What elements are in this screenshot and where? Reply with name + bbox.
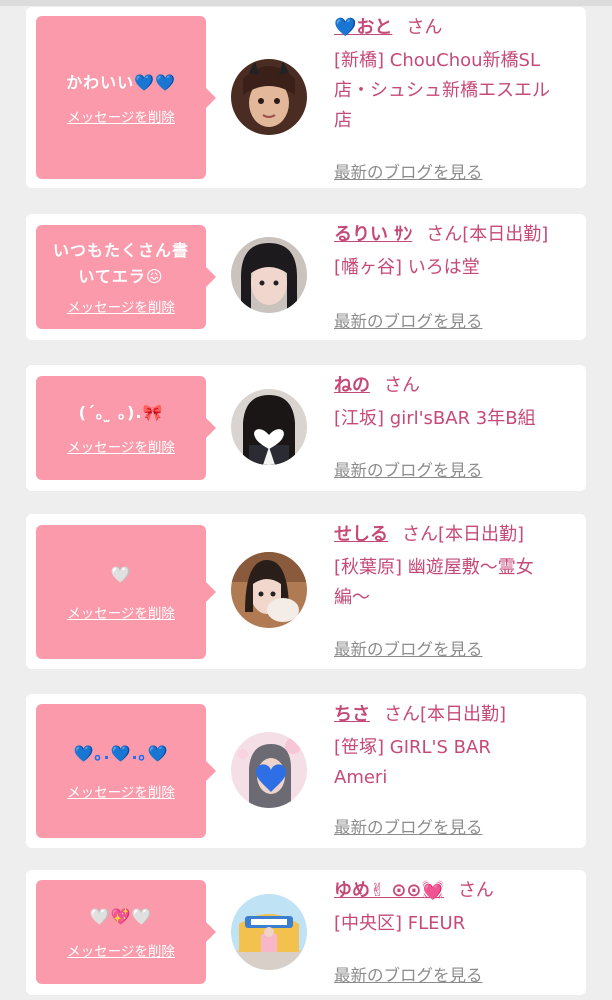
profile-info: ねの さん [江坂] girl'sBAR 3年B組 <box>334 373 578 434</box>
honorific: さん <box>457 880 494 901</box>
avatar[interactable] <box>231 732 307 808</box>
message-card: 🤍💖🤍 メッセージを削除 ゆめ✌︎ ⊙⊙💓 さん [中央区] FLEUR 最新の… <box>26 870 586 995</box>
message-bubble: (´｡ ̫ ｡).🎀 メッセージを削除 <box>36 376 216 480</box>
message-card: 🤍 メッセージを削除 せしるさん[本日出勤] [秋葉原] 幽遊屋敷〜霊女 編〜 <box>26 514 586 669</box>
latest-blog-link[interactable]: 最新のブログを見る <box>334 962 483 986</box>
shop-line: [秋葉原] 幽遊屋敷〜霊女 <box>334 557 534 578</box>
avatar[interactable] <box>231 552 307 628</box>
delete-message-link[interactable]: メッセージを削除 <box>67 940 175 960</box>
name-line: ちさ さん[本日出勤] <box>334 702 578 728</box>
cast-name-link[interactable]: ゆめ✌︎ ⊙⊙💓 <box>334 880 444 901</box>
shop-info: [笹塚] GIRL'S BAR Ameri <box>334 733 578 793</box>
delete-message-link[interactable]: メッセージを削除 <box>67 106 175 126</box>
message-card: いつもたくさん書 いてエラ😖 メッセージを削除 るりい ｻﾝ さん[本日出勤] [… <box>26 214 586 340</box>
cast-name-link[interactable]: せしる <box>334 524 388 545</box>
avatar-image <box>231 894 307 970</box>
honorific: さん <box>384 704 420 725</box>
latest-blog-link[interactable]: 最新のブログを見る <box>334 308 483 332</box>
profile-info: 💙おと さん [新橋] ChouChou新橋SL 店・シュシュ新橋エスエル 店 <box>334 15 578 136</box>
delete-message-link[interactable]: メッセージを削除 <box>67 436 175 456</box>
shop-line: [笹塚] GIRL'S BAR <box>334 737 491 758</box>
latest-blog-link[interactable]: 最新のブログを見る <box>334 636 483 660</box>
shop-line: [幡ヶ谷] いろは堂 <box>334 257 480 278</box>
message-text: (´｡ ̫ ｡).🎀 <box>79 400 164 426</box>
shop-line: 編〜 <box>334 587 370 608</box>
profile-info: るりい ｻﾝ さん[本日出勤] [幡ヶ谷] いろは堂 <box>334 222 578 283</box>
name-line: ゆめ✌︎ ⊙⊙💓 さん <box>334 878 578 904</box>
message-bubble: 💙｡.💙.｡💙 メッセージを削除 <box>36 704 216 838</box>
message-line: いつもたくさん書 <box>52 241 189 260</box>
cast-name-link[interactable]: ねの <box>334 375 370 396</box>
message-text: 💙｡.💙.｡💙 <box>74 741 169 767</box>
message-text: かわいい💙💙 <box>66 70 176 96</box>
cast-name-link[interactable]: ちさ <box>334 704 370 725</box>
message-line: 💙｡.💙.｡💙 <box>73 744 169 763</box>
honorific: さん <box>402 524 438 545</box>
shop-info: [秋葉原] 幽遊屋敷〜霊女 編〜 <box>334 553 578 613</box>
message-text: 🤍💖🤍 <box>90 904 153 930</box>
status-badge: [本日出勤] <box>420 704 507 725</box>
profile-info: ゆめ✌︎ ⊙⊙💓 さん [中央区] FLEUR <box>334 878 578 939</box>
avatar[interactable] <box>231 894 307 970</box>
message-line: (´｡ ̫ ｡).🎀 <box>78 403 164 422</box>
latest-blog-link[interactable]: 最新のブログを見る <box>334 814 483 838</box>
avatar-image <box>231 732 307 808</box>
shop-line: [中央区] FLEUR <box>334 913 466 934</box>
latest-blog-link[interactable]: 最新のブログを見る <box>334 159 483 183</box>
shop-info: [江坂] girl'sBAR 3年B組 <box>334 404 578 434</box>
message-text: いつもたくさん書 いてエラ😖 <box>53 238 189 290</box>
name-line: るりい ｻﾝ さん[本日出勤] <box>334 222 578 248</box>
message-bubble: いつもたくさん書 いてエラ😖 メッセージを削除 <box>36 225 216 329</box>
delete-message-link[interactable]: メッセージを削除 <box>67 602 175 622</box>
profile-info: せしる さん[本日出勤] [秋葉原] 幽遊屋敷〜霊女 編〜 <box>334 522 578 613</box>
latest-blog-link[interactable]: 最新のブログを見る <box>334 457 483 481</box>
avatar[interactable] <box>231 389 307 465</box>
message-text: 🤍 <box>111 562 132 588</box>
message-line: 🤍 <box>110 565 132 584</box>
profile-info: ちさ さん[本日出勤] [笹塚] GIRL'S BAR Ameri <box>334 702 578 793</box>
cast-name-link[interactable]: るりい ｻﾝ <box>334 224 412 245</box>
message-card: 💙｡.💙.｡💙 メッセージを削除 ちさ さん[本日出勤] [笹塚] GIRL'S … <box>26 694 586 848</box>
delete-message-link[interactable]: メッセージを削除 <box>67 296 175 316</box>
message-bubble: かわいい💙💙 メッセージを削除 <box>36 16 216 179</box>
status-badge: [本日出勤] <box>438 524 525 545</box>
delete-message-link[interactable]: メッセージを削除 <box>67 781 175 801</box>
name-line: せしる さん[本日出勤] <box>334 522 578 548</box>
message-bubble: 🤍💖🤍 メッセージを削除 <box>36 880 216 984</box>
honorific: さん <box>406 17 443 38</box>
avatar-image <box>231 59 307 135</box>
message-bubble: 🤍 メッセージを削除 <box>36 525 216 659</box>
message-line: いてエラ😖 <box>78 267 164 286</box>
avatar-image <box>231 552 307 628</box>
name-line: ねの さん <box>334 373 578 399</box>
name-line: 💙おと さん <box>334 15 578 41</box>
message-card: かわいい💙💙 メッセージを削除 💙おとさん [新橋] ChouChou新橋SL <box>26 7 586 188</box>
message-line: 🤍💖🤍 <box>89 907 153 926</box>
cast-name-link[interactable]: 💙おと <box>334 17 392 38</box>
message-line: かわいい💙💙 <box>66 72 176 92</box>
avatar[interactable] <box>231 59 307 135</box>
status-badge: [本日出勤] <box>462 224 549 245</box>
avatar-image <box>231 237 307 313</box>
avatar-image <box>231 389 307 465</box>
avatar[interactable] <box>231 237 307 313</box>
top-bar <box>0 0 612 6</box>
honorific: さん <box>384 375 420 396</box>
shop-line: 店・シュシュ新橋エスエル <box>334 80 550 101</box>
message-card: (´｡ ̫ ｡).🎀 メッセージを削除 ねの さん [江坂] girl'sBAR … <box>26 365 586 491</box>
shop-line: [江坂] girl'sBAR 3年B組 <box>334 408 536 429</box>
shop-info: [新橋] ChouChou新橋SL 店・シュシュ新橋エスエル 店 <box>334 46 578 136</box>
honorific: さん <box>426 224 463 245</box>
shop-line: Ameri <box>334 767 388 788</box>
shop-info: [中央区] FLEUR <box>334 909 578 939</box>
shop-line: [新橋] ChouChou新橋SL <box>334 50 541 71</box>
shop-line: 店 <box>334 110 352 131</box>
shop-info: [幡ヶ谷] いろは堂 <box>334 253 578 283</box>
